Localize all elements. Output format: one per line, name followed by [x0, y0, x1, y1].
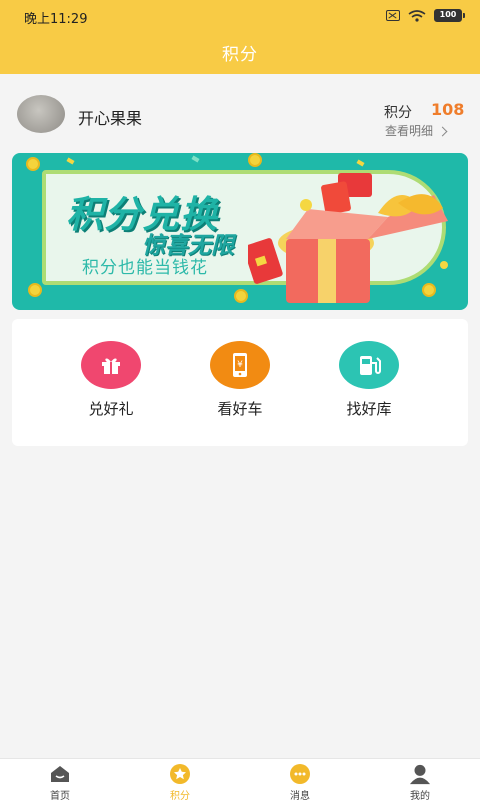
points-label: 积分 [384, 105, 412, 121]
points-value: 108 [431, 100, 465, 119]
tab-home[interactable]: 首页 [30, 763, 90, 800]
message-icon [289, 763, 311, 785]
view-details-link[interactable]: 查看明细 [385, 122, 448, 139]
coin-decoration [234, 289, 248, 303]
battery-icon: 100 [434, 9, 465, 22]
home-icon [49, 763, 71, 785]
action-label: 兑好礼 [88, 400, 134, 418]
fuel-station-icon [360, 356, 381, 375]
avatar[interactable] [17, 95, 65, 133]
coin-decoration [28, 283, 42, 297]
username: 开心果果 [78, 109, 143, 128]
sim-off-icon [386, 10, 400, 21]
action-icon-circle [339, 341, 399, 389]
confetti-decoration [191, 155, 200, 163]
star-icon [169, 763, 191, 785]
action-icon-circle: ¥ [210, 341, 270, 389]
gift-icon [102, 358, 120, 374]
coin-decoration [26, 157, 40, 171]
app-header: 晚上11:29 100 积分 [0, 0, 480, 74]
gift-box-illustration [248, 173, 448, 303]
tab-label: 我的 [410, 791, 430, 800]
bottom-tab-bar: 首页 积分 消息 我的 [0, 758, 480, 800]
status-bar: 晚上11:29 100 [0, 0, 480, 30]
user-icon [409, 763, 431, 785]
tab-label: 消息 [290, 791, 310, 800]
view-details-label: 查看明细 [385, 124, 434, 138]
action-label: 看好车 [217, 400, 263, 418]
status-time: 晚上11:29 [24, 12, 88, 27]
banner-slogan: 积分也能当钱花 [82, 258, 208, 278]
tab-points[interactable]: 积分 [150, 763, 210, 800]
status-icons: 100 [386, 9, 465, 22]
action-label: 找好库 [346, 400, 392, 418]
page-title: 积分 [222, 45, 258, 65]
chevron-right-icon [437, 126, 448, 136]
points-exchange-banner[interactable]: 积分兑换 惊喜无限 积分也能当钱花 [12, 153, 468, 310]
action-icon-circle [81, 341, 141, 389]
tab-label: 积分 [170, 791, 190, 800]
wifi-icon [408, 9, 426, 22]
confetti-decoration [356, 159, 365, 167]
action-redeem-gift[interactable]: 兑好礼 [71, 341, 151, 419]
tab-label: 首页 [50, 791, 70, 800]
profile-section: 开心果果 积分 108 查看明细 [0, 74, 480, 152]
action-view-cars[interactable]: ¥ 看好车 [200, 341, 280, 419]
quick-actions-card: 兑好礼 ¥ 看好车 找好库 [12, 319, 468, 446]
coin-decoration [248, 153, 262, 167]
tab-profile[interactable]: 我的 [390, 763, 450, 800]
svg-text:¥: ¥ [237, 360, 243, 370]
action-find-depot[interactable]: 找好库 [329, 341, 409, 419]
tab-messages[interactable]: 消息 [270, 763, 330, 800]
confetti-decoration [66, 157, 75, 165]
phone-yen-icon: ¥ [233, 353, 247, 377]
